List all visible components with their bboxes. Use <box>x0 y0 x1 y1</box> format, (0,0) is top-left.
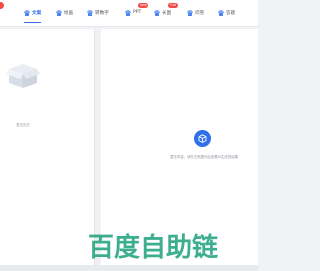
tab-digital-human[interactable]: 转数字 <box>87 5 109 20</box>
long-image-icon <box>154 9 160 16</box>
survey-icon <box>187 9 193 16</box>
empty-history-text: 暂无历史 <box>16 123 30 127</box>
empty-result-hint: 暂无内容，请在左侧提问后查看AI生成的结果 <box>170 155 238 159</box>
active-tab-underline <box>24 22 42 23</box>
bottom-bar <box>0 265 258 271</box>
slides-icon <box>125 9 131 16</box>
tab-copywriting[interactable]: 文案 <box>24 5 42 23</box>
tab-label: 问卷 <box>195 10 205 16</box>
ai-assistant-button[interactable] <box>194 130 211 147</box>
new-badge: new <box>138 3 149 8</box>
empty-box-icon <box>6 64 40 88</box>
tab-label: PPT <box>133 10 142 15</box>
digital-human-icon <box>87 9 93 16</box>
panel-divider <box>95 29 100 265</box>
tab-quiz[interactable]: 答题 <box>218 5 235 20</box>
hot-badge: hot <box>168 3 179 8</box>
top-navigation-bar: 文案 绘画 转数字 PPT new 长图 hot 问卷 答题 <box>0 0 258 27</box>
tab-ppt[interactable]: PPT new <box>125 3 149 20</box>
tab-label: 绘画 <box>64 10 74 16</box>
watermark-text: 百度自助链 <box>88 232 218 261</box>
notification-dot <box>0 2 4 9</box>
result-panel: 暂无内容，请在左侧提问后查看AI生成的结果 <box>101 29 258 265</box>
tab-painting[interactable]: 绘画 <box>56 5 73 20</box>
tab-label: 长图 <box>162 10 172 16</box>
tab-label: 文案 <box>32 10 42 16</box>
history-panel: 暂无历史 <box>0 29 95 265</box>
watermark-logo: 百度自助链 <box>88 232 218 261</box>
document-icon <box>24 9 30 16</box>
tab-label: 转数字 <box>95 10 109 16</box>
quiz-icon <box>218 9 224 16</box>
cube-icon <box>198 134 207 143</box>
tab-long-image[interactable]: 长图 hot <box>154 3 179 20</box>
tab-survey[interactable]: 问卷 <box>187 5 204 20</box>
brush-icon <box>56 9 62 16</box>
tab-label: 答题 <box>226 10 236 16</box>
